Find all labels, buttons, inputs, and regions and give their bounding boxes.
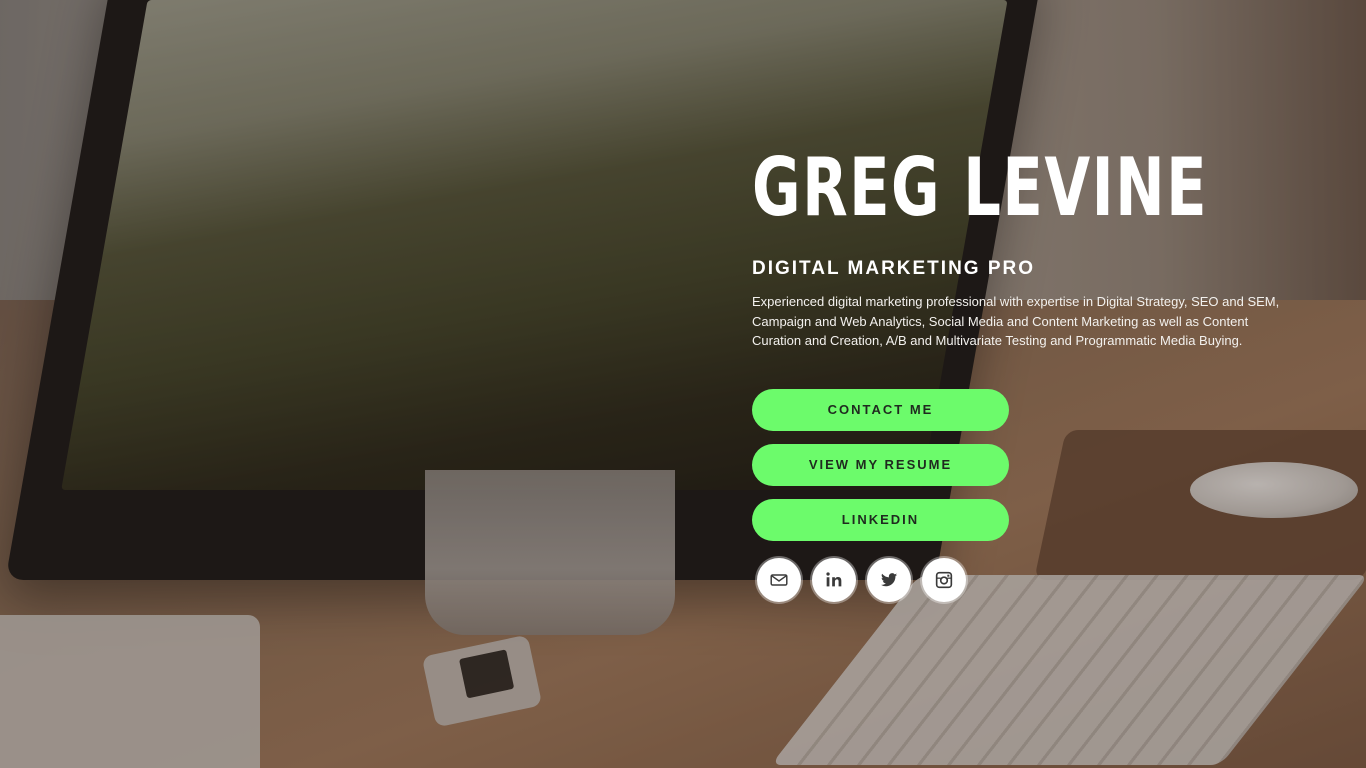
instagram-link[interactable]	[922, 557, 966, 602]
email-icon	[770, 573, 788, 586]
page: GREG LEVINE DIGITAL MARKETING PRO Experi…	[0, 0, 1366, 768]
cta-button-group: CONTACT ME VIEW MY RESUME LINKEDIN	[752, 388, 1009, 541]
view-resume-button[interactable]: VIEW MY RESUME	[752, 443, 1009, 486]
twitter-link[interactable]	[867, 557, 911, 602]
hero-name: GREG LEVINE	[752, 141, 1209, 234]
social-links	[757, 557, 1292, 602]
contact-me-button[interactable]: CONTACT ME	[752, 388, 1009, 431]
linkedin-button[interactable]: LINKEDIN	[752, 498, 1009, 541]
twitter-icon	[880, 572, 898, 586]
linkedin-link[interactable]	[812, 557, 856, 602]
hero-title: DIGITAL MARKETING PRO	[752, 258, 1036, 279]
hero-section: GREG LEVINE DIGITAL MARKETING PRO Experi…	[752, 148, 1292, 602]
instagram-icon	[935, 571, 953, 588]
linkedin-icon	[826, 571, 842, 586]
hero-description: Experienced digital marketing profession…	[752, 294, 1280, 348]
email-link[interactable]	[757, 557, 801, 602]
